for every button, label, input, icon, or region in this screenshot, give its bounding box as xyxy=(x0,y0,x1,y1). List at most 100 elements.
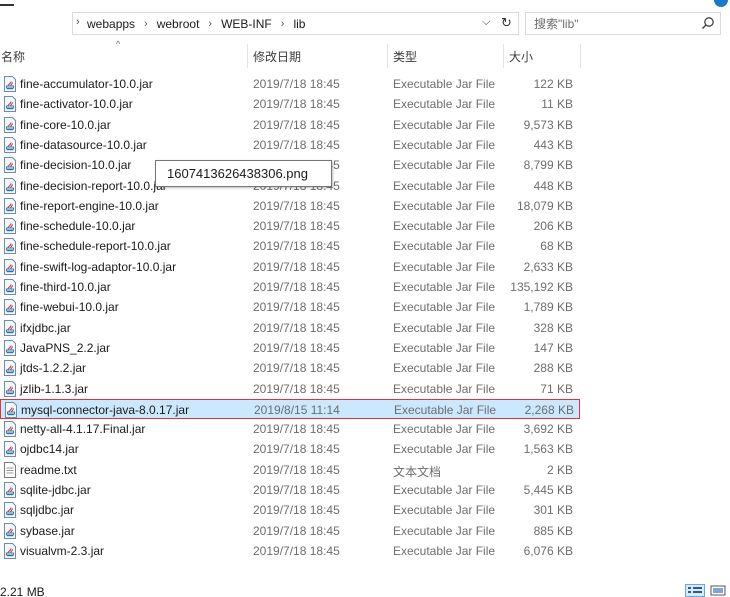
table-row[interactable]: jzlib-1.1.3.jar 2019/7/18 18:45 Executable… xyxy=(0,379,580,399)
file-size: 68 KB xyxy=(540,239,573,253)
file-size: 2,633 KB xyxy=(523,260,573,274)
tooltip: 1607413626438306.png xyxy=(155,160,332,187)
file-type: Executable Jar File xyxy=(393,219,496,233)
table-row[interactable]: fine-datasource-10.0.jar 2019/7/18 18:45 E… xyxy=(0,135,580,155)
table-row[interactable]: fine-core-10.0.jar 2019/7/18 18:45 Executa… xyxy=(0,115,580,135)
table-row[interactable]: fine-activator-10.0.jar 2019/7/18 18:45 Ex… xyxy=(0,94,580,114)
file-size: 6,076 KB xyxy=(523,544,573,558)
file-size: 328 KB xyxy=(533,321,573,335)
table-row[interactable]: visualvm-2.3.jar 2019/7/18 18:45 Executabl… xyxy=(0,541,580,561)
breadcrumb-item-webapps[interactable]: webapps xyxy=(87,17,135,31)
file-type: Executable Jar File xyxy=(393,321,496,335)
file-date: 2019/7/18 18:45 xyxy=(253,300,340,314)
breadcrumb-separator-icon[interactable]: › xyxy=(208,18,212,30)
file-name: jtds-1.2.2.jar xyxy=(20,361,87,375)
file-date: 2019/7/18 18:45 xyxy=(253,503,340,517)
table-row[interactable]: JavaPNS_2.2.jar 2019/7/18 18:45 Executable… xyxy=(0,338,580,358)
breadcrumb-item-web-inf[interactable]: WEB-INF xyxy=(221,17,272,31)
file-date: 2019/7/18 18:45 xyxy=(253,77,340,91)
search-icon[interactable] xyxy=(701,16,715,30)
file-type: Executable Jar File xyxy=(393,503,496,517)
jar-file-icon xyxy=(4,360,16,376)
table-row[interactable]: readme.txt 2019/7/18 18:45 文本文档 2 KB xyxy=(0,460,580,480)
help-icon[interactable] xyxy=(714,0,728,7)
jar-file-icon xyxy=(4,137,16,153)
table-row[interactable]: ojdbc14.jar 2019/7/18 18:45 Executable Jar… xyxy=(0,439,580,459)
table-row[interactable]: fine-schedule-10.0.jar 2019/7/18 18:45 Exe… xyxy=(0,216,580,236)
table-row[interactable]: fine-webui-10.0.jar 2019/7/18 18:45 Execut… xyxy=(0,297,580,317)
jar-file-icon xyxy=(4,76,16,92)
table-row[interactable]: fine-schedule-report-10.0.jar 2019/7/18 1… xyxy=(0,236,580,256)
table-row[interactable]: sqljdbc.jar 2019/7/18 18:45 Executable Jar… xyxy=(0,500,580,520)
file-type: Executable Jar File xyxy=(393,158,496,172)
column-header-type[interactable]: 类型 xyxy=(393,48,417,65)
file-name: fine-decision-report-10.0.jar xyxy=(20,179,167,193)
refresh-icon[interactable]: ↻ xyxy=(501,15,512,31)
file-type: Executable Jar File xyxy=(393,77,496,91)
file-size: 11 KB xyxy=(541,97,573,111)
large-icons-view-icon[interactable] xyxy=(708,584,728,597)
column-header-size[interactable]: 大小 xyxy=(509,48,533,65)
column-header-date[interactable]: 修改日期 xyxy=(253,48,301,65)
column-headers: ^ 名称 修改日期 类型 大小 xyxy=(0,39,730,70)
table-row-selected[interactable]: mysql-connector-java-8.0.17.jar 2019/8/15… xyxy=(0,399,580,419)
table-row[interactable]: fine-third-10.0.jar 2019/7/18 18:45 Execut… xyxy=(0,277,580,297)
file-type: Executable Jar File xyxy=(394,403,497,417)
file-date: 2019/7/18 18:45 xyxy=(253,422,340,436)
breadcrumb-overflow-chevron-icon[interactable]: › xyxy=(76,16,80,28)
details-view-glyph xyxy=(688,587,702,593)
address-history-chevron-down-icon[interactable]: ⌵ xyxy=(482,16,490,29)
file-name: readme.txt xyxy=(20,463,77,477)
jar-file-icon xyxy=(4,502,16,518)
file-name: sqlite-jdbc.jar xyxy=(20,483,91,497)
column-header-name[interactable]: 名称 xyxy=(1,48,25,65)
file-size: 122 KB xyxy=(533,77,573,91)
file-name: fine-third-10.0.jar xyxy=(20,280,111,294)
breadcrumb-item-webroot[interactable]: webroot xyxy=(157,17,200,31)
details-view-icon[interactable] xyxy=(685,584,705,597)
file-name: fine-swift-log-adaptor-10.0.jar xyxy=(20,260,177,274)
table-row[interactable]: fine-swift-log-adaptor-10.0.jar 2019/7/18… xyxy=(0,257,580,277)
file-name: fine-core-10.0.jar xyxy=(20,118,111,132)
ribbon-collapse-icon[interactable] xyxy=(0,0,14,6)
table-row[interactable]: fine-accumulator-10.0.jar 2019/7/18 18:45… xyxy=(0,74,580,94)
jar-file-icon xyxy=(4,543,16,559)
file-size: 448 KB xyxy=(533,179,573,193)
file-date: 2019/7/18 18:45 xyxy=(253,524,340,538)
file-name: fine-webui-10.0.jar xyxy=(20,300,119,314)
column-divider[interactable] xyxy=(387,44,388,68)
file-date: 2019/7/18 18:45 xyxy=(253,544,340,558)
column-divider[interactable] xyxy=(580,44,581,68)
file-type: Executable Jar File xyxy=(393,199,496,213)
table-row[interactable]: fine-report-engine-10.0.jar 2019/7/18 18:… xyxy=(0,196,580,216)
jar-file-icon xyxy=(4,279,16,295)
file-name: fine-datasource-10.0.jar xyxy=(20,138,147,152)
search-input[interactable] xyxy=(534,16,694,32)
table-row[interactable]: ifxjdbc.jar 2019/7/18 18:45 Executable Jar… xyxy=(0,318,580,338)
jar-file-icon xyxy=(4,441,16,457)
file-name: fine-activator-10.0.jar xyxy=(20,97,133,111)
tooltip-text: 1607413626438306.png xyxy=(167,166,308,181)
table-row[interactable]: sqlite-jdbc.jar 2019/7/18 18:45 Executable… xyxy=(0,480,580,500)
file-type: Executable Jar File xyxy=(393,524,496,538)
file-date: 2019/7/18 18:45 xyxy=(253,199,340,213)
file-date: 2019/7/18 18:45 xyxy=(253,138,340,152)
breadcrumb-separator-icon[interactable]: › xyxy=(281,18,285,30)
column-divider[interactable] xyxy=(503,44,504,68)
breadcrumb-separator-icon[interactable]: › xyxy=(144,18,148,30)
jar-file-icon xyxy=(4,259,16,275)
table-row[interactable]: jtds-1.2.2.jar 2019/7/18 18:45 Executable … xyxy=(0,358,580,378)
file-date: 2019/7/18 18:45 xyxy=(253,97,340,111)
address-bar[interactable]: › webapps › webroot › WEB-INF › lib ⌵ ↻ xyxy=(72,12,519,35)
search-box[interactable] xyxy=(525,12,721,35)
file-name: fine-accumulator-10.0.jar xyxy=(20,77,153,91)
column-divider[interactable] xyxy=(247,44,248,68)
jar-file-icon xyxy=(4,117,16,133)
file-type: Executable Jar File xyxy=(393,179,496,193)
file-size: 443 KB xyxy=(533,138,573,152)
breadcrumb-item-lib[interactable]: lib xyxy=(293,17,305,31)
table-row[interactable]: netty-all-4.1.17.Final.jar 2019/7/18 18:4… xyxy=(0,419,580,439)
file-name: fine-report-engine-10.0.jar xyxy=(20,199,159,213)
file-name: ifxjdbc.jar xyxy=(20,321,71,335)
table-row[interactable]: sybase.jar 2019/7/18 18:45 Executable Jar … xyxy=(0,521,580,541)
